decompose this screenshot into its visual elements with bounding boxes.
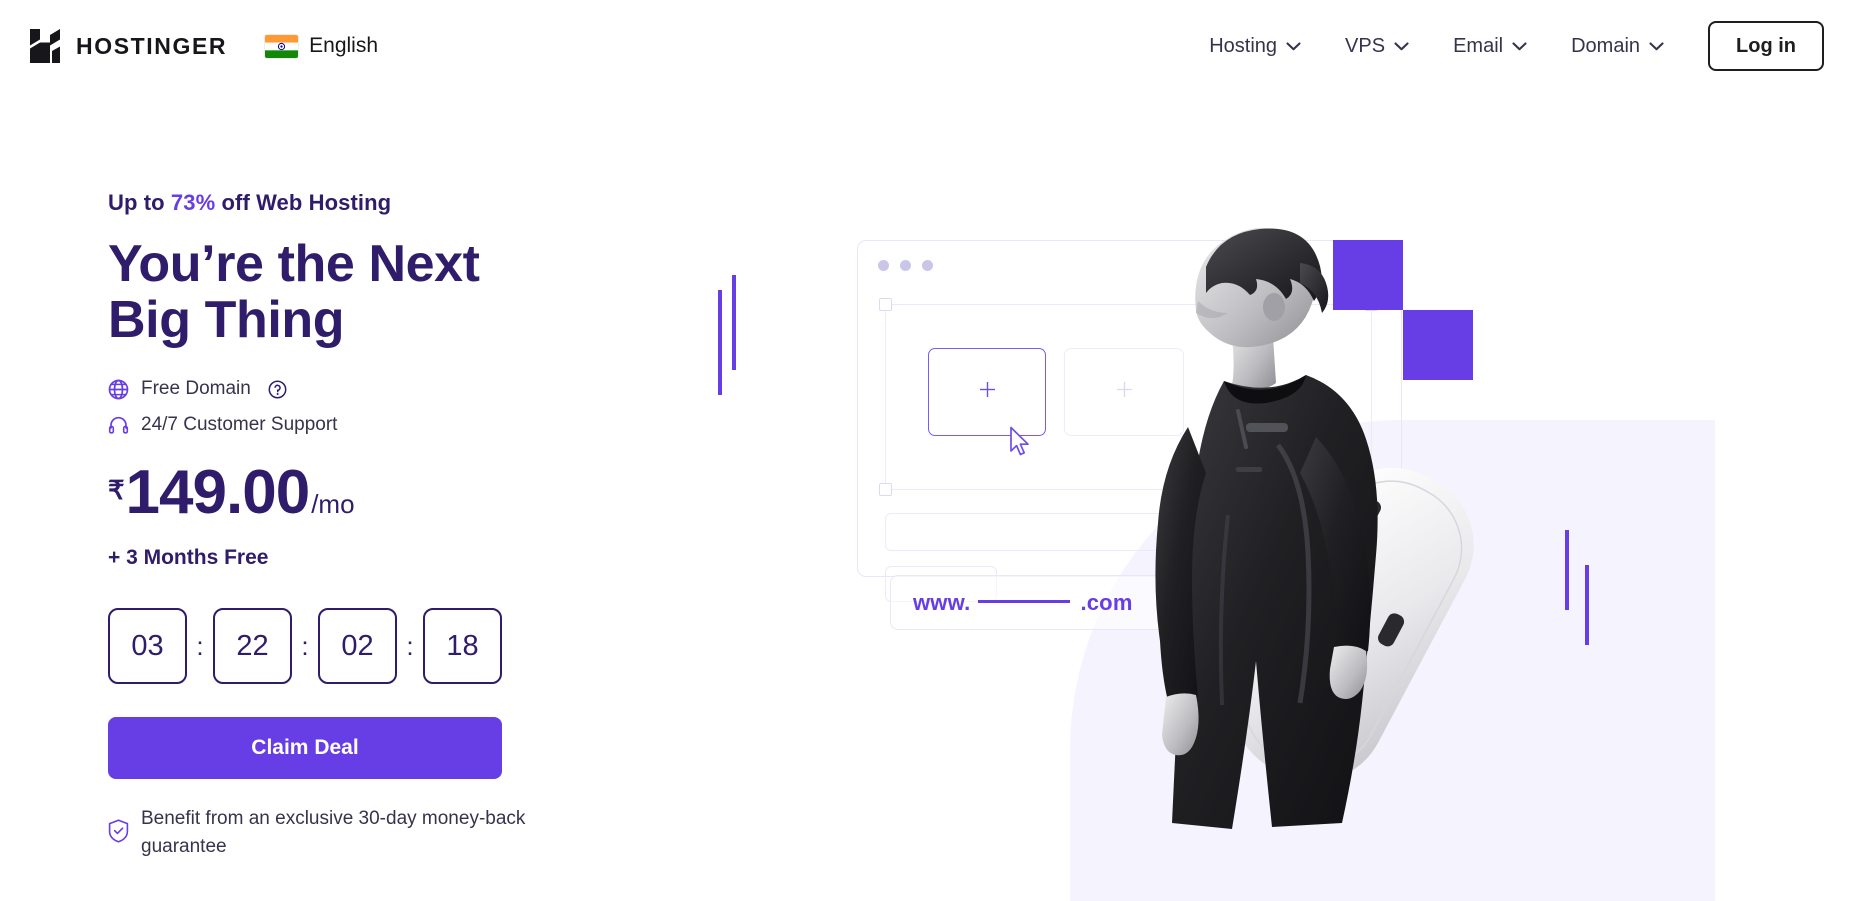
chevron-down-icon — [1286, 41, 1301, 51]
decorative-vertical-line — [718, 290, 722, 395]
language-label: English — [309, 34, 379, 57]
window-dot-icon — [900, 260, 911, 271]
countdown-minutes: 02 — [318, 608, 397, 685]
guarantee-text: Benefit from an exclusive 30-day money-b… — [141, 808, 526, 857]
money-back-guarantee: Benefit from an exclusive 30-day money-b… — [108, 805, 598, 860]
decorative-vertical-line — [1565, 530, 1569, 610]
nav-item-vps[interactable]: VPS — [1323, 25, 1431, 68]
decorative-square — [1333, 240, 1403, 310]
nav-item-hosting[interactable]: Hosting — [1187, 25, 1323, 68]
resize-handle-bottom-left[interactable] — [879, 483, 892, 496]
price-display: ₹ 149.00 /mo — [108, 462, 728, 524]
domain-blank-underline — [978, 599, 1071, 603]
mouse-pointer-icon — [1009, 426, 1032, 462]
india-flag-icon — [265, 34, 299, 58]
nav-label: Email — [1453, 34, 1504, 57]
main-nav: Hosting VPS Email Domain Log in — [1187, 21, 1852, 71]
window-dot-icon — [922, 260, 933, 271]
chevron-down-icon — [1394, 41, 1409, 51]
countdown-timer: 03 : 22 : 02 : 18 — [108, 608, 728, 685]
countdown-seconds: 18 — [423, 608, 502, 685]
hero-illustration: www. .com — [718, 140, 1852, 901]
countdown-hours: 22 — [213, 608, 292, 685]
nav-label: VPS — [1345, 34, 1386, 57]
window-traffic-lights — [878, 260, 933, 271]
hero-content: Up to 73% off Web Hosting You’re the Nex… — [108, 190, 728, 860]
currency-symbol: ₹ — [108, 475, 125, 506]
surfer-photo — [1078, 215, 1548, 835]
domain-prefix: www. — [913, 589, 971, 615]
chevron-down-icon — [1512, 41, 1527, 51]
question-circle-icon[interactable] — [268, 380, 287, 399]
site-header: HOSTINGER English Hosting VPS Email Doma… — [0, 0, 1852, 92]
feature-label: 24/7 Customer Support — [141, 414, 338, 436]
months-free-label: + 3 Months Free — [108, 546, 269, 570]
feature-label: Free Domain — [141, 378, 251, 400]
countdown-separator: : — [406, 630, 414, 661]
nav-label: Domain — [1571, 34, 1641, 57]
feature-list: Free Domain 24/7 Customer Support — [108, 378, 728, 436]
eyebrow-suffix: off Web Hosting — [215, 190, 392, 215]
feature-free-domain: Free Domain — [108, 378, 728, 400]
discount-percent: 73% — [170, 190, 216, 215]
headset-icon — [108, 415, 129, 436]
resize-handle-top-left[interactable] — [879, 298, 892, 311]
plus-icon — [978, 380, 997, 404]
page-title: You’re the Next Big Thing — [108, 235, 480, 350]
hostinger-h-logo-icon — [28, 28, 62, 64]
decorative-square — [1403, 310, 1473, 380]
nav-item-domain[interactable]: Domain — [1549, 25, 1686, 68]
nav-item-email[interactable]: Email — [1431, 25, 1549, 68]
countdown-separator: : — [301, 630, 309, 661]
brand-logo[interactable]: HOSTINGER — [28, 28, 227, 64]
decorative-vertical-line — [1585, 565, 1589, 645]
placeholder-block-active[interactable] — [928, 348, 1046, 436]
countdown-separator: : — [196, 630, 204, 661]
claim-deal-button[interactable]: Claim Deal — [108, 717, 502, 780]
promo-eyebrow: Up to 73% off Web Hosting — [108, 190, 728, 216]
price-amount: 149.00 — [125, 458, 311, 528]
price-period: /mo — [311, 489, 355, 520]
brand-wordmark: HOSTINGER — [76, 32, 228, 59]
window-dot-icon — [878, 260, 889, 271]
login-button[interactable]: Log in — [1708, 21, 1824, 71]
eyebrow-prefix: Up to — [108, 190, 171, 215]
globe-icon — [108, 379, 129, 400]
hostinger-landing-page: HOSTINGER English Hosting VPS Email Doma… — [0, 0, 1852, 901]
decorative-vertical-line — [732, 275, 736, 370]
chevron-down-icon — [1649, 41, 1664, 51]
shield-check-icon — [108, 805, 129, 843]
nav-label: Hosting — [1209, 34, 1278, 57]
feature-customer-support: 24/7 Customer Support — [108, 414, 728, 436]
countdown-days: 03 — [108, 608, 187, 685]
language-selector[interactable]: English — [265, 34, 378, 58]
